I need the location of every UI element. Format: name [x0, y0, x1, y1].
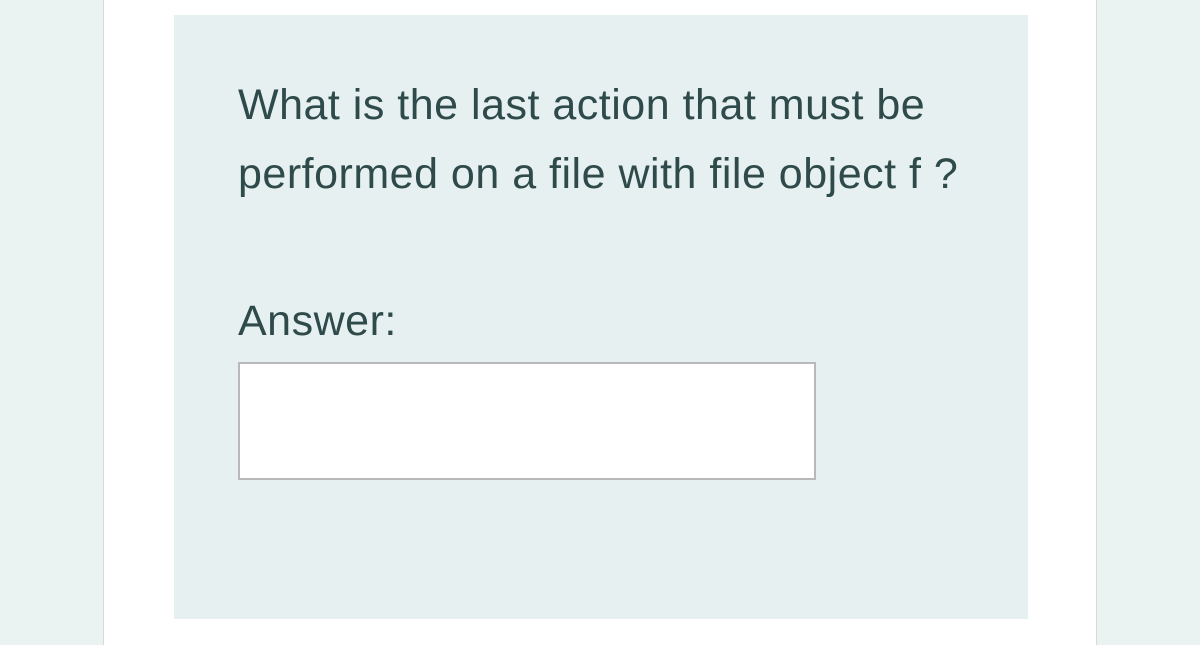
content-panel: What is the last action that must be per… [103, 0, 1097, 645]
question-prompt: What is the last action that must be per… [238, 71, 964, 209]
answer-label: Answer: [238, 297, 964, 346]
question-card: What is the last action that must be per… [174, 15, 1028, 619]
answer-input[interactable] [238, 362, 816, 480]
